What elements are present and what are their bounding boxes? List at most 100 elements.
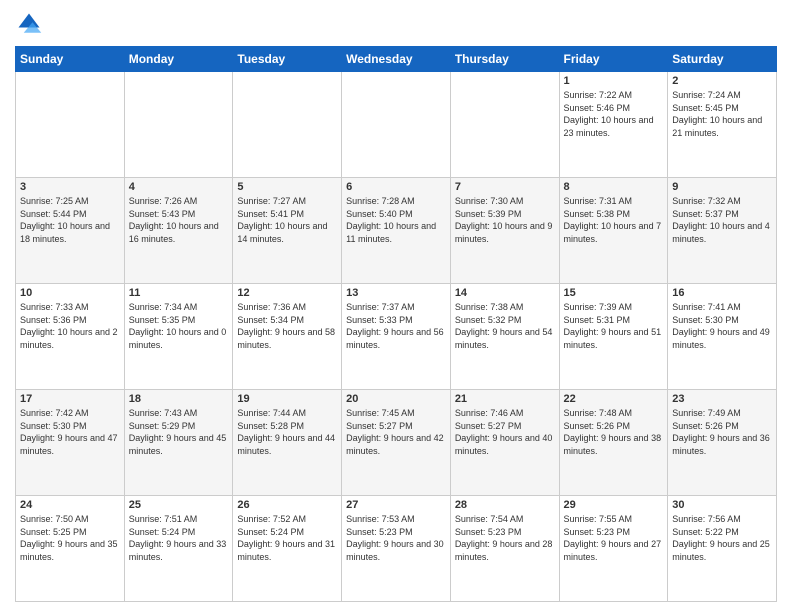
- day-info: Sunrise: 7:26 AM Sunset: 5:43 PM Dayligh…: [129, 195, 229, 245]
- calendar-cell: 27 Sunrise: 7:53 AM Sunset: 5:23 PM Dayli…: [342, 496, 451, 602]
- calendar-cell: 30 Sunrise: 7:56 AM Sunset: 5:22 PM Dayli…: [668, 496, 777, 602]
- day-number: 12: [237, 287, 337, 299]
- calendar-cell: 18 Sunrise: 7:43 AM Sunset: 5:29 PM Dayli…: [124, 390, 233, 496]
- calendar-cell: 26 Sunrise: 7:52 AM Sunset: 5:24 PM Dayli…: [233, 496, 342, 602]
- day-number: 18: [129, 393, 229, 405]
- day-number: 8: [564, 181, 664, 193]
- day-info: Sunrise: 7:55 AM Sunset: 5:23 PM Dayligh…: [564, 513, 664, 563]
- day-info: Sunrise: 7:52 AM Sunset: 5:24 PM Dayligh…: [237, 513, 337, 563]
- calendar-week-row: 24 Sunrise: 7:50 AM Sunset: 5:25 PM Dayli…: [16, 496, 777, 602]
- day-number: 14: [455, 287, 555, 299]
- weekday-header: Tuesday: [233, 47, 342, 72]
- day-info: Sunrise: 7:41 AM Sunset: 5:30 PM Dayligh…: [672, 301, 772, 351]
- calendar-week-row: 3 Sunrise: 7:25 AM Sunset: 5:44 PM Daylig…: [16, 178, 777, 284]
- calendar-header-row: SundayMondayTuesdayWednesdayThursdayFrid…: [16, 47, 777, 72]
- weekday-header: Sunday: [16, 47, 125, 72]
- day-number: 21: [455, 393, 555, 405]
- day-info: Sunrise: 7:39 AM Sunset: 5:31 PM Dayligh…: [564, 301, 664, 351]
- calendar-cell: [124, 72, 233, 178]
- calendar-cell: 22Sunrise: 7:48 AM Sunset: 5:26 PM Dayli…: [559, 390, 668, 496]
- day-number: 23: [672, 393, 772, 405]
- header: [15, 10, 777, 38]
- weekday-header: Saturday: [668, 47, 777, 72]
- calendar-cell: 24 Sunrise: 7:50 AM Sunset: 5:25 PM Dayli…: [16, 496, 125, 602]
- calendar-week-row: 10 Sunrise: 7:33 AM Sunset: 5:36 PM Dayli…: [16, 284, 777, 390]
- day-number: 5: [237, 181, 337, 193]
- day-info: Sunrise: 7:49 AM Sunset: 5:26 PM Dayligh…: [672, 407, 772, 457]
- weekday-header: Monday: [124, 47, 233, 72]
- calendar-week-row: 17 Sunrise: 7:42 AM Sunset: 5:30 PM Dayli…: [16, 390, 777, 496]
- calendar-cell: 19 Sunrise: 7:44 AM Sunset: 5:28 PM Dayli…: [233, 390, 342, 496]
- calendar-cell: 11Sunrise: 7:34 AM Sunset: 5:35 PM Dayli…: [124, 284, 233, 390]
- day-info: Sunrise: 7:43 AM Sunset: 5:29 PM Dayligh…: [129, 407, 229, 457]
- day-info: Sunrise: 7:54 AM Sunset: 5:23 PM Dayligh…: [455, 513, 555, 563]
- calendar-cell: 25Sunrise: 7:51 AM Sunset: 5:24 PM Dayli…: [124, 496, 233, 602]
- calendar-cell: 5 Sunrise: 7:27 AM Sunset: 5:41 PM Daylig…: [233, 178, 342, 284]
- calendar-table: SundayMondayTuesdayWednesdayThursdayFrid…: [15, 46, 777, 602]
- day-number: 28: [455, 499, 555, 511]
- day-number: 2: [672, 75, 772, 87]
- day-number: 24: [20, 499, 120, 511]
- day-number: 10: [20, 287, 120, 299]
- day-info: Sunrise: 7:30 AM Sunset: 5:39 PM Dayligh…: [455, 195, 555, 245]
- day-number: 1: [564, 75, 664, 87]
- day-info: Sunrise: 7:33 AM Sunset: 5:36 PM Dayligh…: [20, 301, 120, 351]
- day-info: Sunrise: 7:50 AM Sunset: 5:25 PM Dayligh…: [20, 513, 120, 563]
- calendar-cell: 23 Sunrise: 7:49 AM Sunset: 5:26 PM Dayli…: [668, 390, 777, 496]
- day-number: 11: [129, 287, 229, 299]
- calendar-cell: [450, 72, 559, 178]
- day-number: 6: [346, 181, 446, 193]
- calendar-cell: [16, 72, 125, 178]
- day-info: Sunrise: 7:42 AM Sunset: 5:30 PM Dayligh…: [20, 407, 120, 457]
- day-number: 15: [564, 287, 664, 299]
- day-number: 17: [20, 393, 120, 405]
- day-number: 29: [564, 499, 664, 511]
- calendar-cell: [233, 72, 342, 178]
- day-number: 30: [672, 499, 772, 511]
- day-number: 26: [237, 499, 337, 511]
- weekday-header: Thursday: [450, 47, 559, 72]
- day-number: 9: [672, 181, 772, 193]
- day-number: 16: [672, 287, 772, 299]
- weekday-header: Wednesday: [342, 47, 451, 72]
- calendar-cell: 14 Sunrise: 7:38 AM Sunset: 5:32 PM Dayli…: [450, 284, 559, 390]
- logo-icon: [15, 10, 43, 38]
- day-info: Sunrise: 7:53 AM Sunset: 5:23 PM Dayligh…: [346, 513, 446, 563]
- calendar-cell: 20 Sunrise: 7:45 AM Sunset: 5:27 PM Dayli…: [342, 390, 451, 496]
- day-info: Sunrise: 7:37 AM Sunset: 5:33 PM Dayligh…: [346, 301, 446, 351]
- day-info: Sunrise: 7:51 AM Sunset: 5:24 PM Dayligh…: [129, 513, 229, 563]
- day-info: Sunrise: 7:45 AM Sunset: 5:27 PM Dayligh…: [346, 407, 446, 457]
- calendar-cell: 10 Sunrise: 7:33 AM Sunset: 5:36 PM Dayli…: [16, 284, 125, 390]
- day-number: 20: [346, 393, 446, 405]
- day-number: 3: [20, 181, 120, 193]
- logo: [15, 10, 47, 38]
- day-info: Sunrise: 7:24 AM Sunset: 5:45 PM Dayligh…: [672, 89, 772, 139]
- day-number: 27: [346, 499, 446, 511]
- day-number: 4: [129, 181, 229, 193]
- day-info: Sunrise: 7:25 AM Sunset: 5:44 PM Dayligh…: [20, 195, 120, 245]
- calendar-cell: 15 Sunrise: 7:39 AM Sunset: 5:31 PM Dayli…: [559, 284, 668, 390]
- calendar-cell: 17 Sunrise: 7:42 AM Sunset: 5:30 PM Dayli…: [16, 390, 125, 496]
- day-info: Sunrise: 7:31 AM Sunset: 5:38 PM Dayligh…: [564, 195, 664, 245]
- calendar-cell: 3 Sunrise: 7:25 AM Sunset: 5:44 PM Daylig…: [16, 178, 125, 284]
- calendar-cell: 29 Sunrise: 7:55 AM Sunset: 5:23 PM Dayli…: [559, 496, 668, 602]
- day-info: Sunrise: 7:46 AM Sunset: 5:27 PM Dayligh…: [455, 407, 555, 457]
- weekday-header: Friday: [559, 47, 668, 72]
- calendar-cell: 8 Sunrise: 7:31 AM Sunset: 5:38 PM Daylig…: [559, 178, 668, 284]
- day-number: 13: [346, 287, 446, 299]
- calendar-cell: 13 Sunrise: 7:37 AM Sunset: 5:33 PM Dayli…: [342, 284, 451, 390]
- day-info: Sunrise: 7:28 AM Sunset: 5:40 PM Dayligh…: [346, 195, 446, 245]
- day-info: Sunrise: 7:44 AM Sunset: 5:28 PM Dayligh…: [237, 407, 337, 457]
- calendar-cell: 4 Sunrise: 7:26 AM Sunset: 5:43 PM Daylig…: [124, 178, 233, 284]
- calendar-week-row: 1Sunrise: 7:22 AM Sunset: 5:46 PM Daylig…: [16, 72, 777, 178]
- day-info: Sunrise: 7:48 AM Sunset: 5:26 PM Dayligh…: [564, 407, 664, 457]
- day-info: Sunrise: 7:32 AM Sunset: 5:37 PM Dayligh…: [672, 195, 772, 245]
- day-info: Sunrise: 7:27 AM Sunset: 5:41 PM Dayligh…: [237, 195, 337, 245]
- day-info: Sunrise: 7:56 AM Sunset: 5:22 PM Dayligh…: [672, 513, 772, 563]
- day-number: 19: [237, 393, 337, 405]
- calendar-cell: 9 Sunrise: 7:32 AM Sunset: 5:37 PM Daylig…: [668, 178, 777, 284]
- page: SundayMondayTuesdayWednesdayThursdayFrid…: [0, 0, 792, 612]
- calendar-cell: 16 Sunrise: 7:41 AM Sunset: 5:30 PM Dayli…: [668, 284, 777, 390]
- calendar-cell: 7Sunrise: 7:30 AM Sunset: 5:39 PM Daylig…: [450, 178, 559, 284]
- day-info: Sunrise: 7:38 AM Sunset: 5:32 PM Dayligh…: [455, 301, 555, 351]
